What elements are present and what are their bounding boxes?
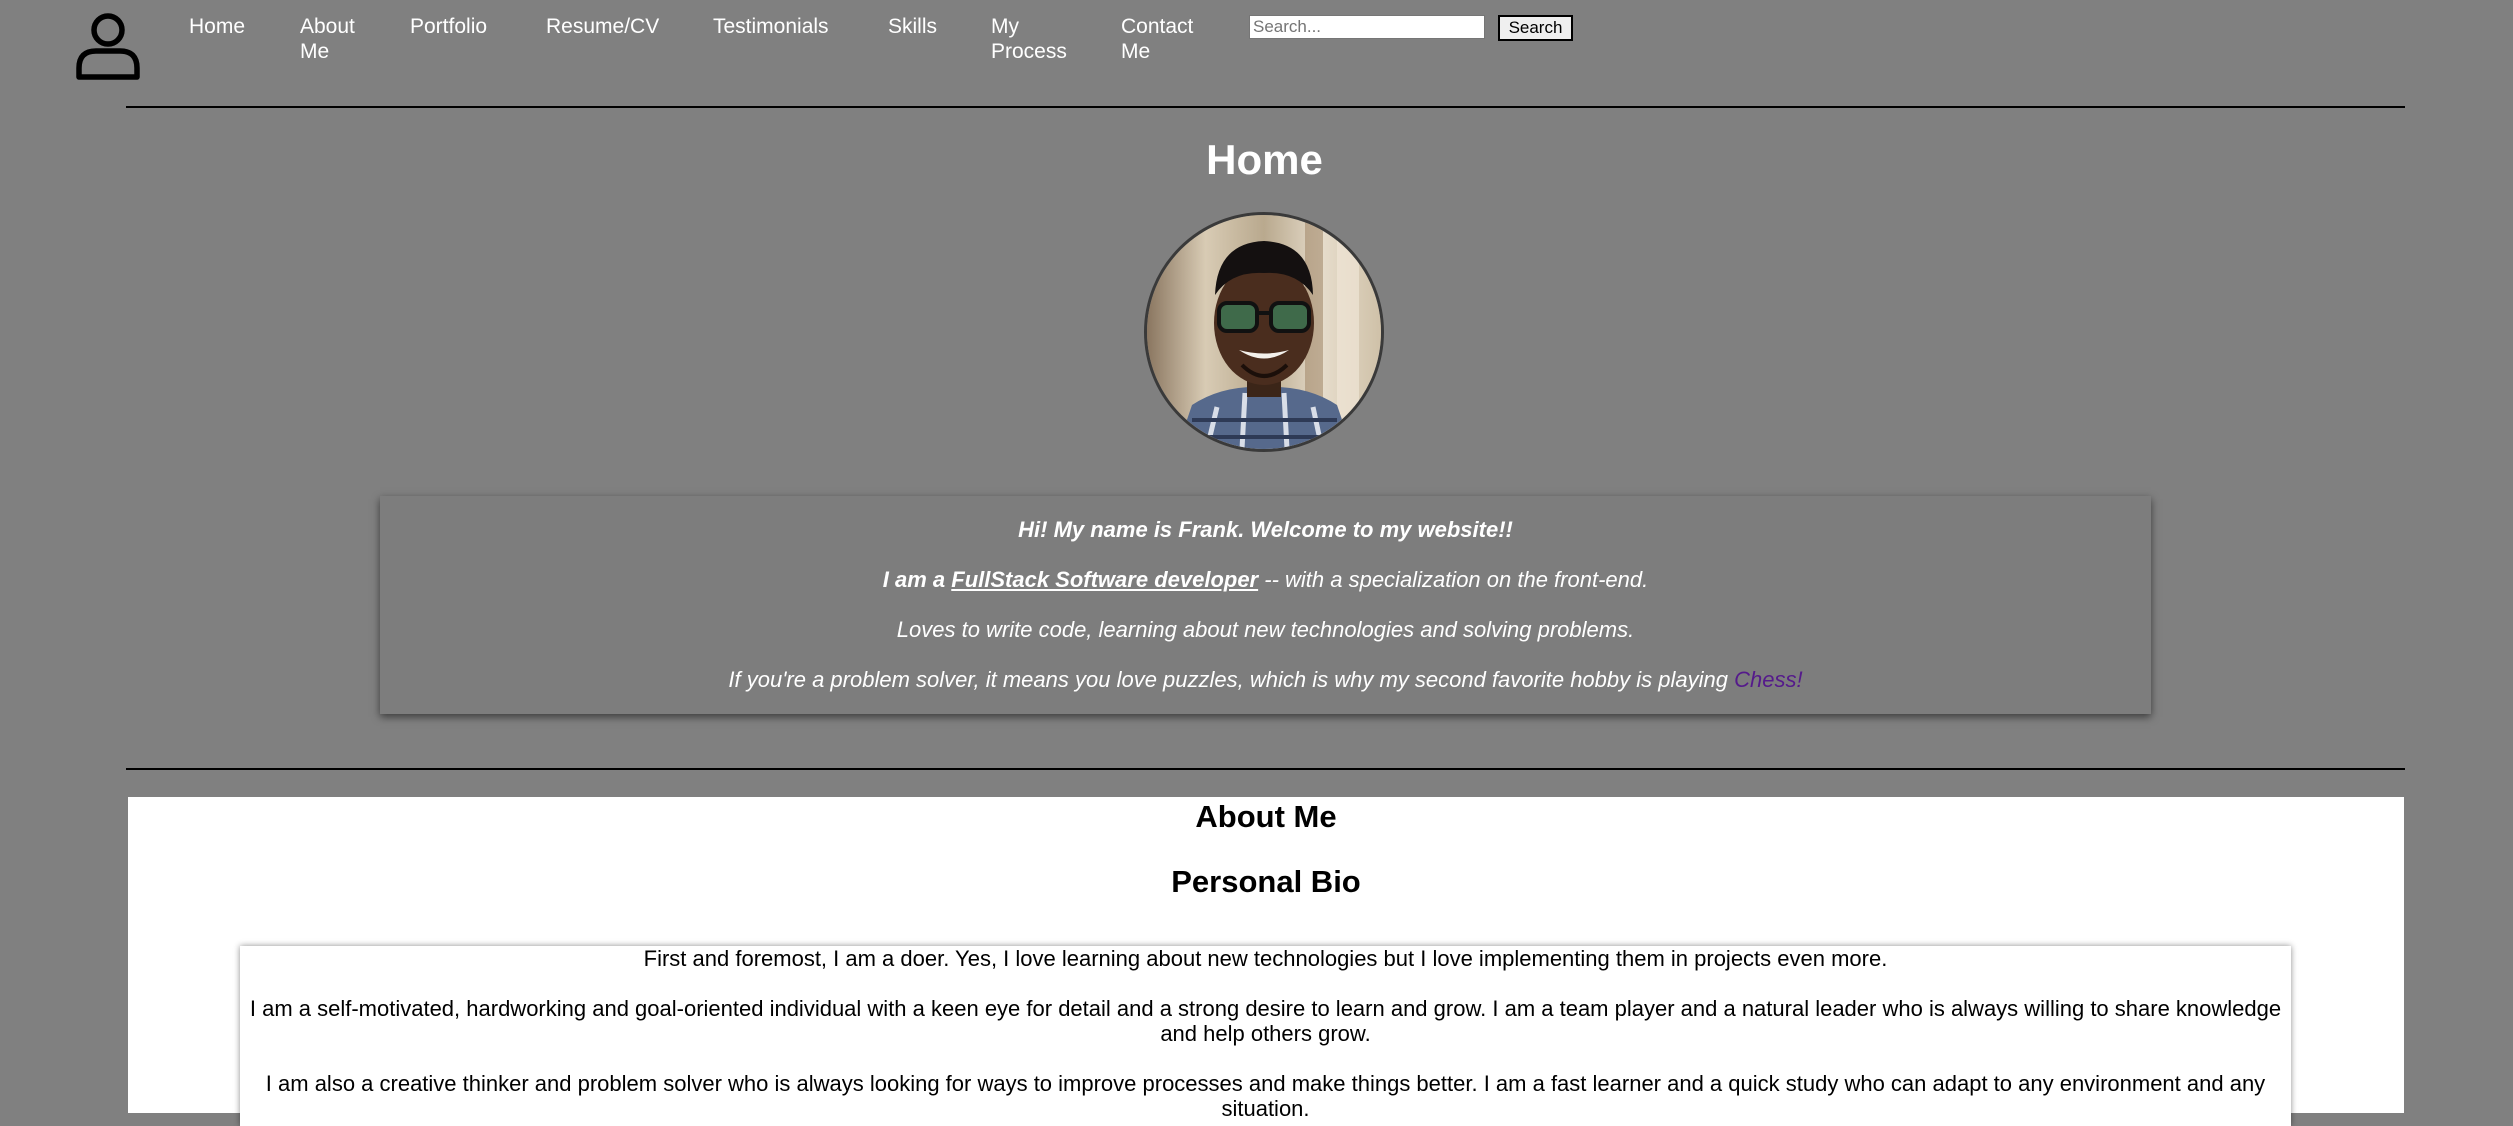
- intro-interests: Loves to write code, learning about new …: [896, 617, 1635, 642]
- section-divider: [126, 768, 2405, 770]
- page-title: Home: [1206, 136, 1323, 183]
- chess-link[interactable]: Chess!: [1734, 667, 1802, 692]
- profile-photo: [1144, 212, 1384, 452]
- intro-role-prefix: I am a: [882, 567, 952, 592]
- bio-paragraph: I am also a creative thinker and problem…: [265, 1071, 2266, 1121]
- about-section: About Me Personal Bio First and foremost…: [128, 797, 2404, 1126]
- bio-paragraph: I am a self-motivated, hardworking and g…: [249, 996, 2282, 1046]
- bio-paragraph: First and foremost, I am a doer. Yes, I …: [643, 946, 1888, 971]
- nav-my-process[interactable]: My Process: [991, 14, 1067, 64]
- intro-greeting: Hi! My name is Frank. Welcome to my webs…: [1018, 517, 1513, 542]
- intro-hobby-text: If you're a problem solver, it means you…: [728, 667, 1735, 692]
- profile-photo-illustration: [1147, 215, 1381, 449]
- site-header: Home About Me Portfolio Resume/CV Testim…: [0, 0, 2513, 107]
- intro-hobby: If you're a problem solver, it means you…: [380, 666, 2151, 694]
- nav-portfolio[interactable]: Portfolio: [410, 14, 487, 39]
- fullstack-developer-link[interactable]: FullStack Software developer: [951, 567, 1258, 592]
- nav-skills[interactable]: Skills: [888, 14, 937, 39]
- search-button[interactable]: Search: [1498, 15, 1573, 41]
- about-title: About Me: [1195, 799, 1337, 834]
- user-icon[interactable]: [74, 10, 142, 82]
- nav-about-me[interactable]: About Me: [300, 14, 355, 64]
- search-input[interactable]: [1249, 15, 1485, 39]
- bio-card: First and foremost, I am a doer. Yes, I …: [240, 946, 2291, 1126]
- header-divider: [126, 106, 2405, 108]
- intro-role-suffix: -- with a specialization on the front-en…: [1258, 567, 1649, 592]
- intro-card: Hi! My name is Frank. Welcome to my webs…: [380, 496, 2151, 714]
- intro-role: I am a FullStack Software developer -- w…: [380, 566, 2151, 594]
- nav-resume-cv[interactable]: Resume/CV: [546, 14, 659, 39]
- nav-home[interactable]: Home: [189, 14, 245, 39]
- personal-bio-title: Personal Bio: [1171, 864, 1361, 899]
- nav-testimonials[interactable]: Testimonials: [713, 14, 829, 39]
- nav-contact-me[interactable]: Contact Me: [1121, 14, 1193, 64]
